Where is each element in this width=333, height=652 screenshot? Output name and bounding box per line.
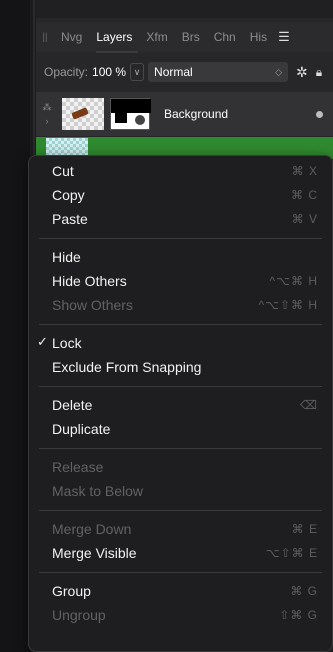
menu-item-label: Duplicate: [52, 421, 111, 437]
delete-key-icon: ⌫: [300, 398, 318, 412]
tab-layers[interactable]: Layers: [89, 30, 139, 44]
menu-separator: [39, 510, 322, 511]
mask-dark-region: [111, 99, 151, 113]
menu-item-shortcut: ⌘ E: [291, 522, 318, 536]
panel-menu-icon[interactable]: ☰: [278, 29, 290, 45]
menu-item-label: Paste: [52, 211, 88, 227]
opacity-row: Opacity: 100 % ∨ Normal ◇ ✲ 🔒︎: [36, 58, 333, 86]
layer-name: Background: [164, 107, 229, 121]
thumbnail-stroke: [71, 107, 89, 120]
menu-item-shortcut: ⇧⌘ G: [279, 608, 318, 622]
panel-top-bar: [36, 0, 333, 18]
blend-mode-select[interactable]: Normal ◇: [148, 62, 289, 82]
layer-row-background[interactable]: ⁂ › Background: [36, 92, 333, 136]
menu-item-shortcut: ⌘ C: [291, 188, 318, 202]
menu-item-label: Hide Others: [52, 273, 127, 289]
tab-transform[interactable]: Xfm: [139, 30, 174, 44]
menu-item-show-others: Show Others ^⌥⇧⌘ H: [29, 295, 332, 315]
lock-icon[interactable]: 🔒︎: [316, 65, 322, 80]
opacity-label: Opacity:: [44, 65, 89, 79]
menu-item-cut[interactable]: Cut ⌘ X: [29, 161, 332, 181]
tab-history[interactable]: His: [243, 30, 274, 44]
tab-navigator[interactable]: Nvg: [54, 30, 89, 44]
menu-item-exclude-from-snapping[interactable]: Exclude From Snapping: [29, 357, 332, 377]
menu-item-label: Merge Visible: [52, 545, 137, 561]
menu-item-label: Copy: [52, 187, 85, 203]
menu-item-label: Cut: [52, 163, 74, 179]
menu-item-shortcut: ^⌥⇧⌘ H: [258, 298, 318, 312]
menu-item-shortcut: ⌥⇧⌘ E: [265, 546, 318, 560]
mask-thumbnail[interactable]: [110, 98, 151, 130]
left-gutter: [0, 0, 30, 652]
mask-dark-region: [135, 115, 145, 125]
menu-item-label: Merge Down: [52, 521, 132, 537]
menu-item-shortcut: ⌘ X: [291, 164, 318, 178]
menu-item-copy[interactable]: Copy ⌘ C: [29, 185, 332, 205]
visibility-dot-icon[interactable]: [316, 110, 323, 118]
mask-dark-region: [115, 113, 127, 123]
menu-item-shortcut: ^⌥⌘ H: [269, 274, 318, 288]
active-tab-indicator: [96, 51, 138, 53]
tab-channels[interactable]: Chn: [207, 30, 243, 44]
tab-brushes[interactable]: Brs: [175, 30, 207, 44]
menu-separator: [39, 238, 322, 239]
menu-item-paste[interactable]: Paste ⌘ V: [29, 209, 332, 229]
menu-item-delete[interactable]: Delete ⌫: [29, 395, 332, 415]
menu-item-mask-to-below: Mask to Below: [29, 481, 332, 501]
drag-grip-icon[interactable]: ||: [36, 32, 54, 43]
menu-item-release: Release: [29, 457, 332, 477]
menu-item-label: Hide: [52, 249, 81, 265]
layer-thumbnail: [62, 98, 104, 130]
opacity-chevron-icon[interactable]: ∨: [130, 63, 145, 81]
menu-item-ungroup: Ungroup ⇧⌘ G: [29, 605, 332, 625]
blend-mode-value: Normal: [154, 65, 193, 79]
menu-item-merge-down: Merge Down ⌘ E: [29, 519, 332, 539]
opacity-value[interactable]: 100 %: [92, 65, 126, 79]
menu-item-label: Group: [52, 583, 91, 599]
checkmark-icon: ✓: [37, 334, 48, 349]
menu-item-label: Lock: [52, 335, 82, 351]
menu-item-label: Delete: [52, 397, 93, 413]
updown-arrows-icon: ◇: [275, 66, 283, 77]
menu-item-label: Mask to Below: [52, 483, 144, 499]
gear-icon[interactable]: ✲: [296, 64, 308, 81]
menu-item-shortcut: ⌘ V: [291, 212, 318, 226]
menu-separator: [39, 386, 322, 387]
menu-separator: [39, 572, 322, 573]
menu-item-label: Exclude From Snapping: [52, 359, 202, 375]
expand-chevron-icon[interactable]: ⁂ ›: [36, 100, 58, 128]
menu-separator: [39, 324, 322, 325]
menu-item-label: Release: [52, 459, 104, 475]
menu-item-lock[interactable]: ✓ Lock: [29, 333, 332, 353]
menu-item-hide-others[interactable]: Hide Others ^⌥⌘ H: [29, 271, 332, 291]
menu-item-merge-visible[interactable]: Merge Visible ⌥⇧⌘ E: [29, 543, 332, 563]
menu-separator: [39, 448, 322, 449]
panel-tab-bar: || Nvg Layers Xfm Brs Chn His ☰: [36, 22, 333, 52]
menu-item-label: Ungroup: [52, 607, 106, 623]
menu-item-hide[interactable]: Hide: [29, 247, 332, 267]
menu-item-shortcut: ⌘ G: [290, 584, 318, 598]
layer-context-menu: Cut ⌘ X Copy ⌘ C Paste ⌘ V Hide Hide Oth…: [28, 155, 333, 652]
menu-item-label: Show Others: [52, 297, 133, 313]
menu-item-group[interactable]: Group ⌘ G: [29, 581, 332, 601]
menu-item-duplicate[interactable]: Duplicate: [29, 419, 332, 439]
